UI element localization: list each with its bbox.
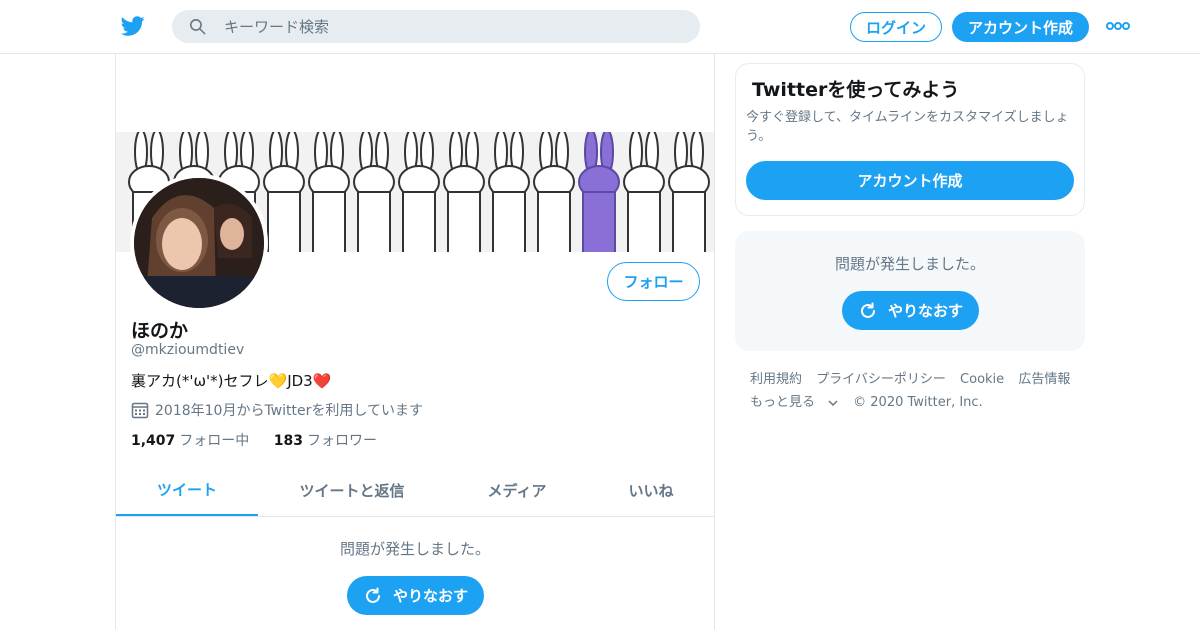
timeline-retry-button[interactable]: やりなおす <box>347 576 484 615</box>
followers-label: フォロワー <box>306 433 377 449</box>
promo-description: 今すぐ登録して、タイムラインをカスタマイズしましょう。 <box>746 110 1069 144</box>
footer-link-ads[interactable]: 広告情報 <box>1018 372 1070 387</box>
signup-button[interactable]: アカウント作成 <box>952 12 1089 42</box>
joined-text: 2018年10月からTwitterを利用しています <box>155 403 423 419</box>
tab-likes[interactable]: いいね <box>588 464 714 516</box>
timeline-error-message: 問題が発生しました。 <box>339 540 490 558</box>
profile-tabs: ツイート ツイートと返信 メディア いいね <box>116 464 714 517</box>
search-input[interactable] <box>222 10 682 43</box>
promo-title: Twitterを使ってみよう <box>752 79 960 101</box>
display-name: ほのか <box>131 320 189 342</box>
sidebar-retry-button[interactable]: やりなおす <box>842 291 979 330</box>
promo-signup-button[interactable]: アカウント作成 <box>746 161 1074 200</box>
profile-bio: 裏アカ(*'ω'*)セフレ💛JD3❤️ <box>131 372 332 390</box>
tab-tweets-and-replies[interactable]: ツイートと返信 <box>258 464 446 516</box>
avatar-photo <box>134 178 264 308</box>
follow-stats: 1,407 フォロー中 183 フォロワー <box>131 430 377 450</box>
refresh-icon <box>861 302 875 318</box>
followers-link[interactable]: 183 フォロワー <box>274 433 377 449</box>
tab-tweets[interactable]: ツイート <box>116 464 258 516</box>
footer-more-link[interactable]: もっと見る <box>750 391 839 414</box>
more-dots-icon[interactable] <box>1106 20 1130 32</box>
profile-column: フォロー ほのか @mkzioumdtiev 裏アカ(*'ω'*)セフレ💛JD3… <box>115 54 715 630</box>
footer-link-privacy[interactable]: プライバシーポリシー <box>816 372 946 387</box>
follow-button[interactable]: フォロー <box>607 262 700 301</box>
refresh-icon <box>366 587 380 603</box>
chevron-down-icon <box>828 399 838 406</box>
following-count: 1,407 <box>131 433 176 449</box>
footer-link-terms[interactable]: 利用規約 <box>750 372 802 387</box>
footer-link-cookie[interactable]: Cookie <box>960 372 1004 387</box>
avatar[interactable] <box>130 174 268 312</box>
tab-media[interactable]: メディア <box>446 464 588 516</box>
search-box[interactable] <box>172 10 700 43</box>
top-navigation-bar: ログイン アカウント作成 <box>0 0 1200 54</box>
signup-promo-card: Twitterを使ってみよう 今すぐ登録して、タイムラインをカスタマイズしましょ… <box>735 63 1085 216</box>
following-label: フォロー中 <box>179 433 250 449</box>
sidebar-footer: 利用規約 プライバシーポリシー Cookie 広告情報 もっと見る © 2020… <box>750 368 1090 414</box>
sidebar-error-message: 問題が発生しました。 <box>834 255 985 273</box>
twitter-bird-icon[interactable] <box>120 14 146 38</box>
sidebar-error-card: 問題が発生しました。 やりなおす <box>735 231 1085 351</box>
login-button[interactable]: ログイン <box>850 12 942 42</box>
copyright: © 2020 Twitter, Inc. <box>853 395 983 410</box>
retry-label: やりなおす <box>392 588 468 605</box>
followers-count: 183 <box>273 433 303 449</box>
calendar-icon <box>131 402 149 419</box>
retry-label: やりなおす <box>887 303 963 320</box>
following-link[interactable]: 1,407 フォロー中 <box>131 433 249 449</box>
user-handle[interactable]: @mkzioumdtiev <box>131 342 244 358</box>
joined-date: 2018年10月からTwitterを利用しています <box>131 400 423 420</box>
search-icon <box>189 18 206 35</box>
more-label: もっと見る <box>750 395 816 410</box>
